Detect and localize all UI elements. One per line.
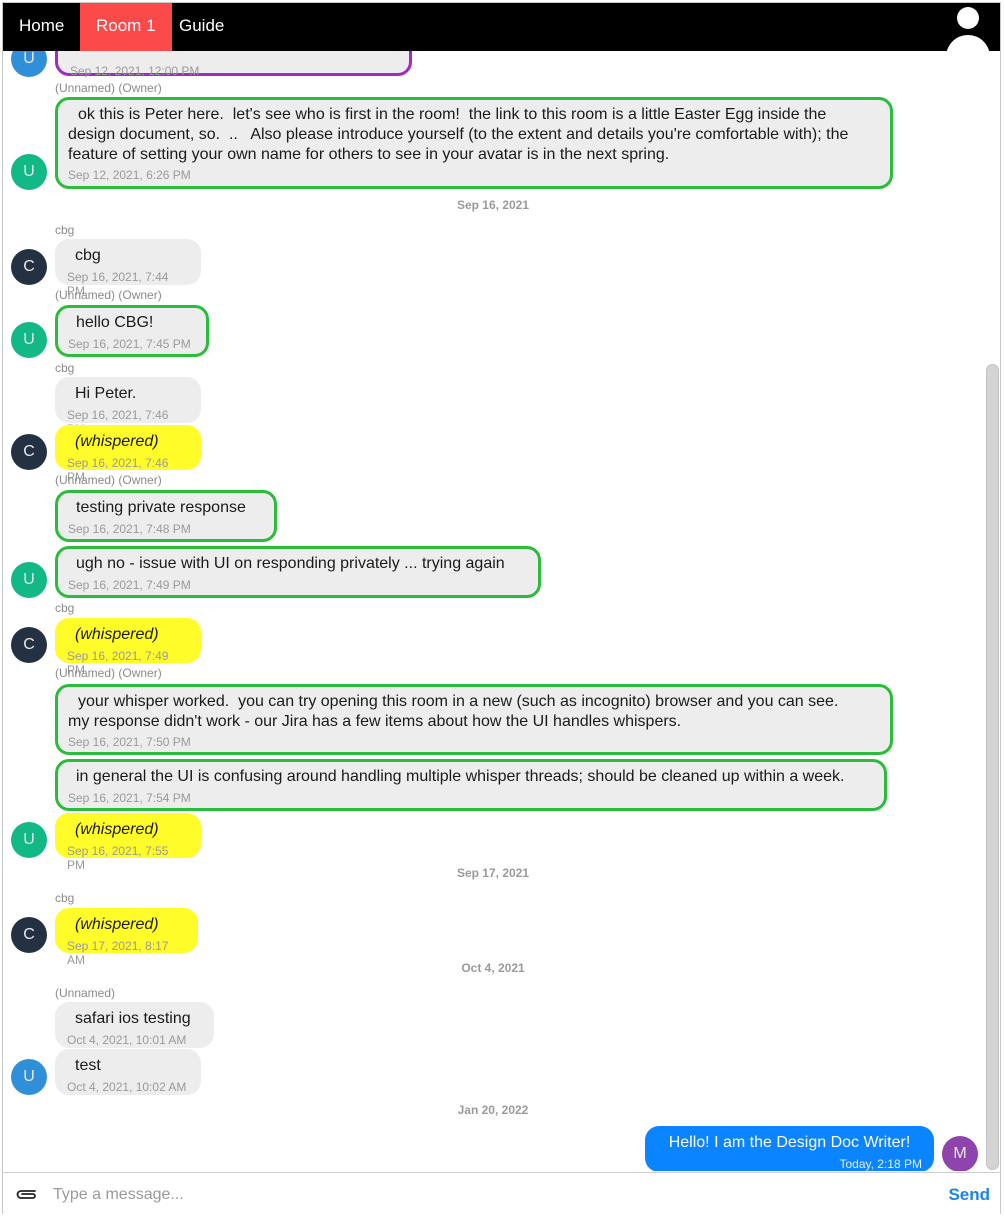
profile-icon-head: [957, 7, 979, 29]
message-text: cbg: [75, 247, 101, 264]
message-list[interactable]: U Sep 12, 2021, 12:00 PM (Unnamed) (Owne…: [3, 51, 983, 1171]
message-author: (Unnamed) (Owner): [55, 666, 162, 680]
message-bubble: testing private response Sep 16, 2021, 7…: [55, 490, 277, 542]
tab-home[interactable]: Home: [3, 3, 80, 51]
date-separator: Oct 4, 2021: [461, 961, 525, 975]
tab-guide[interactable]: Guide: [163, 3, 240, 51]
message-input[interactable]: [51, 1181, 935, 1209]
avatar: U: [11, 322, 47, 358]
whisper-bubble: (whispered) Sep 16, 2021, 7:55 PM: [55, 813, 201, 872]
paperclip-icon[interactable]: [15, 1187, 37, 1201]
message-author: cbg: [55, 891, 75, 905]
message-timestamp: Sep 12, 2021, 6:26 PM: [68, 168, 191, 182]
message-text: ok this is Peter here. let's see who is …: [68, 106, 849, 163]
avatar: U: [11, 1059, 47, 1095]
avatar: U: [11, 562, 47, 598]
message-timestamp: Oct 4, 2021, 10:02 AM: [67, 1080, 187, 1094]
message-author: (Unnamed): [55, 986, 116, 1000]
message-timestamp: Sep 16, 2021, 7:48 PM: [68, 522, 191, 536]
message-text: (whispered): [75, 626, 159, 643]
whisper-bubble: (whispered) Sep 16, 2021, 7:46 PM: [55, 425, 201, 484]
message-timestamp: Oct 4, 2021, 10:01 AM: [67, 1033, 187, 1047]
message-bubble: ok this is Peter here. let's see who is …: [55, 97, 893, 189]
message-timestamp: Sep 12, 2021, 12:00 PM: [70, 64, 200, 78]
message-text: in general the UI is confusing around ha…: [76, 768, 845, 785]
message-author: cbg: [55, 361, 75, 375]
message-bubble: Hi Peter. Sep 16, 2021, 7:46 PM: [55, 377, 201, 436]
message-text: your whisper worked. you can try opening…: [68, 693, 839, 730]
message-text: Hi Peter.: [75, 385, 137, 402]
avatar: C: [11, 434, 47, 470]
message-bubble: cbg Sep 16, 2021, 7:44 PM: [55, 239, 201, 298]
message-bubble: ugh no - issue with UI on responding pri…: [55, 546, 541, 598]
whisper-bubble: (whispered) Sep 16, 2021, 7:49 PM: [55, 618, 201, 677]
message-author: (Unnamed) (Owner): [55, 81, 162, 95]
message-author: cbg: [55, 601, 75, 615]
send-button[interactable]: Send: [948, 1185, 990, 1205]
message-text: (whispered): [75, 821, 159, 838]
top-nav-bar: Home Room 1 Guide: [3, 3, 1000, 51]
message-bubble: your whisper worked. you can try opening…: [55, 684, 893, 755]
message-text: safari ios testing: [75, 1010, 191, 1027]
message-timestamp: Sep 16, 2021, 7:54 PM: [68, 791, 191, 805]
avatar: M: [942, 1136, 978, 1171]
message-text: ugh no - issue with UI on responding pri…: [76, 555, 505, 572]
message-bubble: in general the UI is confusing around ha…: [55, 759, 887, 811]
avatar: C: [11, 917, 47, 953]
message-author: (Unnamed) (Owner): [55, 473, 162, 487]
avatar: C: [11, 627, 47, 663]
profile-icon-body: [946, 35, 990, 51]
message-text: hello CBG!: [76, 314, 154, 331]
message-text: (whispered): [75, 433, 159, 450]
date-separator: Jan 20, 2022: [457, 1103, 529, 1117]
message-text: Hello! I am the Design Doc Writer!: [668, 1134, 911, 1151]
scrollbar-thumb[interactable]: [986, 364, 999, 1170]
message-timestamp: Sep 16, 2021, 7:49 PM: [68, 578, 191, 592]
date-separator: Sep 17, 2021: [456, 866, 530, 880]
message-text: (whispered): [75, 916, 159, 933]
message-bubble: test Oct 4, 2021, 10:02 AM: [55, 1049, 201, 1095]
avatar: U: [11, 822, 47, 858]
message-bubble: Sep 12, 2021, 12:00 PM: [55, 51, 412, 78]
message-text: test: [75, 1057, 101, 1074]
message-author: cbg: [55, 223, 75, 237]
message-bubble: safari ios testing Oct 4, 2021, 10:01 AM: [55, 1002, 214, 1048]
avatar: U: [11, 51, 47, 77]
whisper-bubble: (whispered) Sep 17, 2021, 8:17 AM: [55, 908, 198, 967]
message-bubble: hello CBG! Sep 16, 2021, 7:45 PM: [55, 305, 209, 357]
tab-room-1[interactable]: Room 1: [80, 3, 172, 51]
avatar: U: [11, 154, 47, 190]
profile-icon[interactable]: [946, 7, 990, 51]
message-timestamp: Sep 16, 2021, 7:45 PM: [68, 337, 191, 351]
avatar: C: [11, 249, 47, 285]
message-author: (Unnamed) (Owner): [55, 288, 162, 302]
my-message-bubble: Hello! I am the Design Doc Writer! Today…: [645, 1126, 934, 1171]
message-timestamp: Sep 16, 2021, 7:50 PM: [68, 735, 191, 749]
message-composer: Send: [3, 1172, 1000, 1215]
message-timestamp: Today, 2:18 PM: [839, 1157, 923, 1171]
date-separator: Sep 16, 2021: [456, 198, 530, 212]
message-text: testing private response: [76, 499, 246, 516]
